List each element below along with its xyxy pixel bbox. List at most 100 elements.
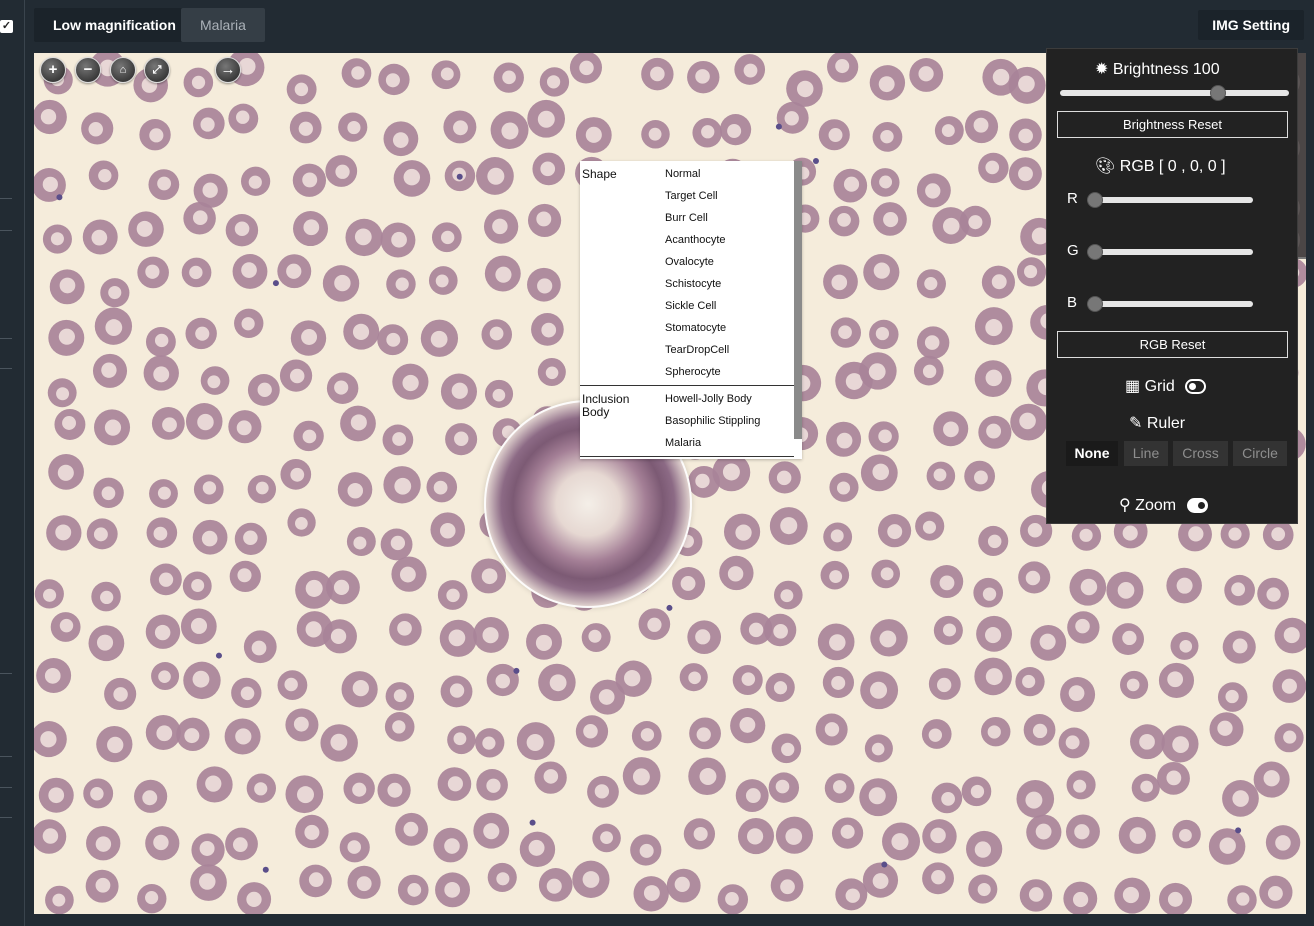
red-blood-cell (151, 662, 180, 691)
red-blood-cell (538, 868, 573, 902)
red-blood-cell (180, 608, 217, 645)
red-blood-cell (1114, 877, 1151, 914)
brightness-reset-button[interactable]: Brightness Reset (1057, 111, 1288, 138)
red-blood-cell (200, 366, 230, 395)
red-blood-cell (397, 874, 429, 906)
red-blood-cell (243, 630, 277, 664)
zoom-in-icon[interactable]: + (40, 57, 66, 83)
red-blood-cell (830, 317, 861, 348)
red-blood-cell (247, 474, 277, 504)
g-slider-thumb[interactable] (1087, 244, 1103, 260)
zoom-toggle[interactable] (1186, 498, 1208, 514)
checkbox-checked-icon[interactable]: ✓ (0, 20, 13, 33)
home-icon[interactable]: ⌂ (110, 57, 136, 83)
red-blood-cell (1066, 770, 1096, 800)
red-blood-cell (1253, 761, 1290, 798)
menu-item[interactable]: Basophilic Stippling (665, 415, 760, 427)
red-blood-cell (1065, 814, 1100, 849)
red-blood-cell (516, 722, 555, 761)
red-blood-cell (692, 118, 722, 148)
menu-item[interactable]: Acanthocyte (665, 234, 726, 246)
red-blood-cell (185, 403, 223, 440)
red-blood-cell (82, 219, 118, 255)
menu-item[interactable]: Schistocyte (665, 278, 721, 290)
ruler-option-cross[interactable]: Cross (1173, 441, 1228, 466)
platelet (272, 280, 279, 287)
red-blood-cell (575, 117, 612, 153)
red-blood-cell (683, 818, 716, 850)
brightness-slider[interactable] (1060, 85, 1289, 101)
arrow-right-icon[interactable]: → (215, 57, 241, 83)
menu-item[interactable]: Howell-Jolly Body (665, 393, 752, 405)
red-blood-cell (679, 663, 708, 692)
red-blood-cell (877, 514, 912, 548)
red-blood-cell (775, 816, 814, 854)
r-slider-thumb[interactable] (1087, 192, 1103, 208)
red-blood-cell (823, 522, 853, 552)
red-blood-cell (817, 623, 855, 661)
grid-toggle[interactable] (1185, 379, 1207, 395)
red-blood-cell (532, 152, 566, 186)
brightness-slider-thumb[interactable] (1210, 85, 1226, 101)
fullscreen-icon[interactable]: ⤢ (144, 57, 170, 83)
red-blood-cell (1262, 519, 1294, 551)
red-blood-cell (293, 211, 329, 247)
red-blood-cell (484, 255, 521, 292)
red-blood-cell (915, 511, 945, 541)
platelet (775, 123, 782, 130)
red-blood-cell (1071, 521, 1102, 551)
red-blood-cell (1172, 819, 1201, 849)
red-blood-cell (1019, 879, 1053, 912)
red-blood-cell (83, 778, 114, 809)
red-blood-cell (183, 661, 221, 700)
red-blood-cell (776, 101, 809, 134)
ruler-option-circle[interactable]: Circle (1233, 441, 1287, 466)
red-blood-cell (863, 254, 900, 291)
r-slider[interactable] (1087, 192, 1253, 208)
menu-item[interactable]: Ovalocyte (665, 256, 714, 268)
red-blood-cell (870, 168, 900, 197)
red-blood-cell (241, 166, 271, 196)
img-setting-button[interactable]: IMG Setting (1198, 10, 1304, 40)
red-blood-cell (870, 619, 908, 657)
red-blood-cell (735, 779, 769, 812)
red-blood-cell (137, 256, 169, 289)
red-blood-cell (183, 202, 216, 235)
red-blood-cell (146, 517, 178, 548)
g-slider[interactable] (1087, 244, 1253, 260)
red-blood-cell (380, 222, 416, 258)
menu-item[interactable]: Burr Cell (665, 212, 708, 224)
red-blood-cell (672, 567, 706, 601)
red-blood-cell (519, 831, 556, 868)
tab-malaria[interactable]: Malaria (181, 8, 265, 42)
menu-item[interactable]: Malaria (665, 437, 701, 449)
red-blood-cell (1016, 257, 1047, 287)
red-blood-cell (430, 512, 466, 547)
red-blood-cell (869, 65, 906, 101)
red-blood-cell (384, 712, 415, 742)
menu-item[interactable]: Target Cell (665, 190, 718, 202)
ruler-option-none[interactable]: None (1066, 441, 1118, 466)
red-blood-cell (85, 869, 119, 903)
platelet (215, 652, 222, 659)
menu-item[interactable]: TearDropCell (665, 344, 729, 356)
menu-item[interactable]: Sickle Cell (665, 300, 716, 312)
b-slider[interactable] (1087, 296, 1253, 312)
zoom-out-icon[interactable]: − (75, 57, 101, 83)
menu-scrollbar[interactable] (794, 161, 802, 439)
red-blood-cell (581, 623, 611, 653)
menu-item[interactable]: Stomatocyte (665, 322, 726, 334)
tab-low-magnification[interactable]: Low magnification (34, 8, 195, 42)
ruler-option-line[interactable]: Line (1124, 441, 1168, 466)
red-blood-cell (1209, 712, 1244, 747)
red-blood-cell (968, 874, 998, 904)
b-label: B (1067, 294, 1078, 311)
red-blood-cell (290, 320, 327, 356)
menu-item[interactable]: Spherocyte (665, 366, 721, 378)
red-blood-cell (959, 205, 992, 238)
menu-item[interactable]: Normal (665, 168, 700, 180)
platelet (529, 819, 536, 826)
rgb-reset-button[interactable]: RGB Reset (1057, 331, 1288, 358)
b-slider-thumb[interactable] (1087, 296, 1103, 312)
red-blood-cell (148, 169, 180, 200)
